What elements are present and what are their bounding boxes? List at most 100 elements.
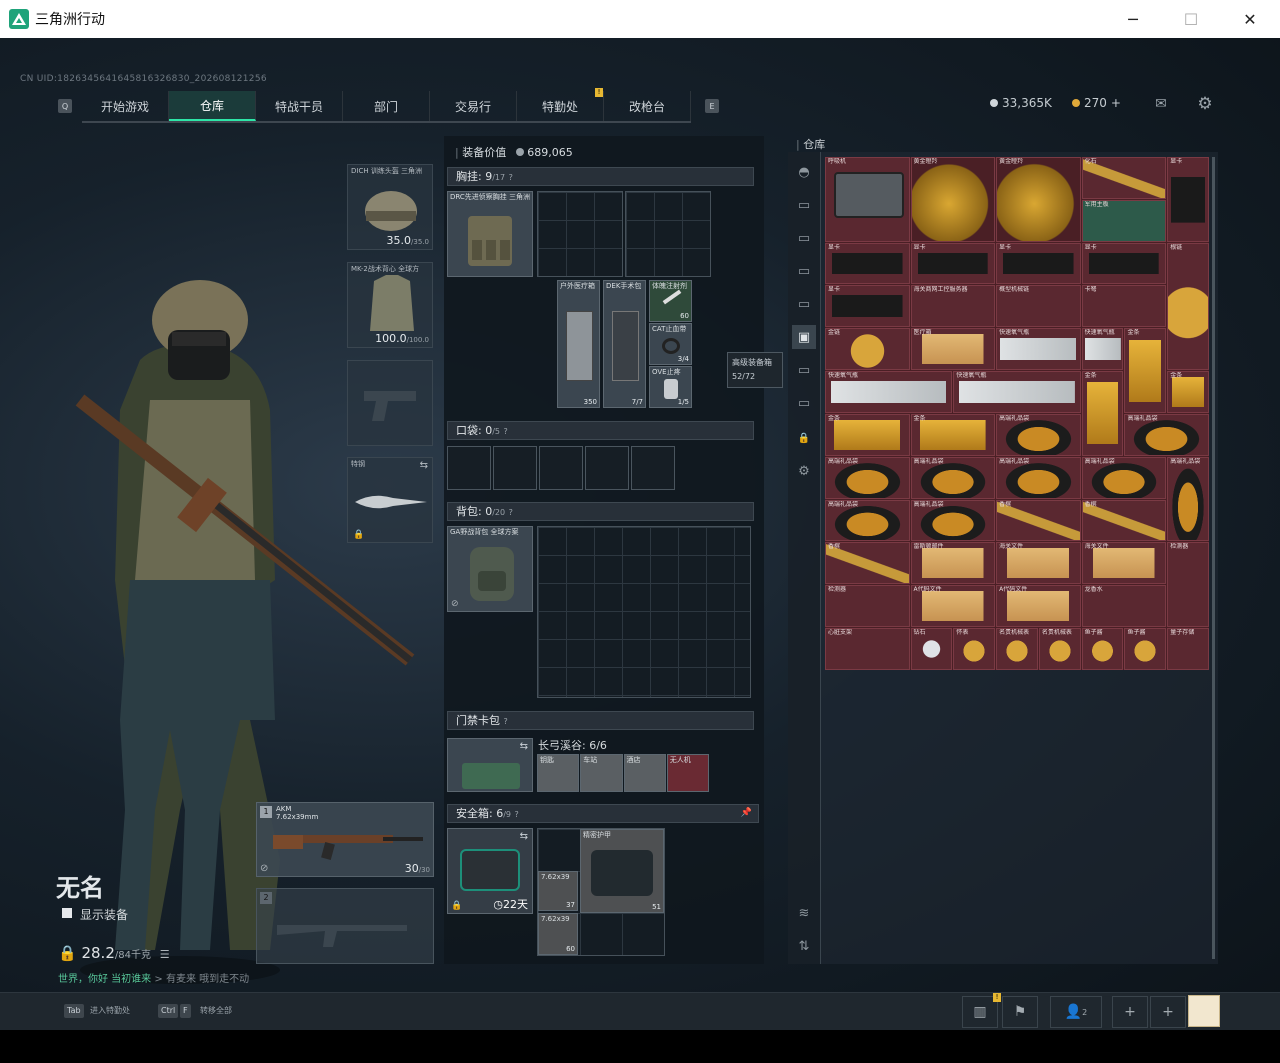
stash-item[interactable]: 香槟 (1081, 499, 1167, 542)
keycard-item[interactable]: 酒店 (623, 754, 666, 792)
stash-item[interactable]: 显卡 (996, 242, 1081, 285)
armor-slot[interactable]: MK-2战术背心 全球方 100.0/100.0 (347, 262, 433, 348)
tab-start-game[interactable]: 开始游戏 (82, 91, 169, 121)
coin-balance[interactable]: 33,365K (990, 96, 1052, 110)
stash-item[interactable]: 量子存储 (1167, 628, 1209, 670)
pocket-slot[interactable] (631, 446, 675, 490)
stash-tab-icon[interactable]: ▭ (792, 358, 816, 382)
stash-item[interactable]: 香槟 (825, 542, 910, 585)
list-icon[interactable]: ☰ (160, 948, 170, 961)
maximize-button[interactable]: ☐ (1162, 0, 1220, 38)
tab-department[interactable]: 部门 (343, 91, 430, 121)
stash-lock-icon[interactable]: 🔒 (792, 426, 816, 450)
add-teammate-button[interactable]: + (1150, 996, 1186, 1028)
stash-item[interactable]: 显卡 (910, 242, 996, 285)
tab-operators[interactable]: 特战干员 (256, 91, 343, 121)
stash-item[interactable]: 金条 (910, 413, 996, 456)
next-tab-key[interactable]: E (705, 99, 719, 113)
keycard-case-item[interactable]: ⇆ (447, 738, 533, 792)
stash-item[interactable]: 海关文件 (1081, 542, 1167, 585)
tab-warehouse[interactable]: 仓库 (169, 91, 256, 121)
injector-item[interactable]: 体魄注射剂 60 (649, 280, 692, 322)
ticket-balance[interactable]: 270 + (1072, 96, 1121, 110)
stash-item[interactable]: 显卡 (1167, 157, 1209, 242)
stash-item[interactable]: A代码文件 (996, 585, 1081, 628)
stash-item[interactable]: 显卡 (1081, 242, 1167, 285)
stash-item[interactable]: 鱼子酱 (1081, 628, 1124, 670)
chest-rig-item[interactable]: DRC先进侦察胸挂 三角洲 (447, 191, 533, 277)
pocket-slot[interactable] (539, 446, 583, 490)
help-icon[interactable]: ? (515, 810, 519, 819)
stash-item[interactable]: 金条 (825, 413, 910, 456)
pistol-slot[interactable] (347, 360, 433, 446)
ammo-item[interactable]: 7.62x39 37 (538, 871, 578, 911)
pocket-slot[interactable] (447, 446, 491, 490)
help-icon[interactable]: ? (504, 717, 508, 726)
f-key[interactable]: F (180, 1004, 191, 1018)
stash-item[interactable]: 金条 (1124, 328, 1167, 413)
stash-item[interactable]: 鱼子酱 (1124, 628, 1167, 670)
melee-slot[interactable]: 特钢 ⇆ 🔒 (347, 457, 433, 543)
stash-item[interactable]: 快速氧气瓶 (1081, 328, 1124, 371)
stash-item[interactable]: 名贵机械表 (996, 628, 1038, 670)
stash-tab-icon[interactable]: ▭ (792, 292, 816, 316)
keycard-item[interactable]: 无人机 (666, 754, 709, 792)
show-gear-checkbox[interactable] (62, 908, 72, 918)
stash-item[interactable]: 显卡 (825, 242, 910, 285)
stash-item[interactable]: 检测器 (825, 585, 910, 628)
stash-scrollbar[interactable] (1212, 157, 1215, 959)
stash-item[interactable]: 怀表 (953, 628, 996, 670)
help-icon[interactable]: ? (509, 508, 513, 517)
swap-icon[interactable]: ⇆ (420, 460, 428, 471)
chest-grid-1[interactable] (537, 191, 623, 277)
backpack-grid[interactable] (537, 526, 751, 698)
secondary-weapon-slot[interactable]: 2 (256, 888, 434, 964)
stash-tab-icon[interactable]: ▭ (792, 391, 816, 415)
stash-sort-icon[interactable]: ⇅ (792, 934, 816, 958)
add-teammate-button[interactable]: + (1112, 996, 1148, 1028)
ammo-item[interactable]: 7.62x39 60 (538, 913, 578, 955)
chest-grid-2[interactable] (625, 191, 711, 277)
stash-item[interactable]: 显卡 (825, 285, 910, 328)
stash-tab-helmet-icon[interactable]: ◓ (792, 160, 816, 184)
tab-market[interactable]: 交易行 (430, 91, 517, 121)
stash-item[interactable]: 快速氧气瓶 (825, 371, 953, 413)
stash-item[interactable]: 高端礼品袋 (996, 413, 1081, 456)
stash-item[interactable]: 钻石 (910, 628, 953, 670)
close-button[interactable]: ✕ (1221, 0, 1279, 38)
stash-item[interactable]: 名贵机械表 (1038, 628, 1081, 670)
team-button[interactable]: 👤 2 (1050, 996, 1102, 1028)
stash-tab-active-icon[interactable]: ▣ (792, 325, 816, 349)
stash-item[interactable]: 高端礼品袋 (910, 456, 996, 499)
help-icon[interactable]: ? (509, 173, 513, 182)
stash-item[interactable]: 心脏支架 (825, 628, 910, 670)
quote-link[interactable]: 世界，你好 当初谁来 (58, 974, 151, 985)
stash-item[interactable]: 高端礼品袋 (1167, 456, 1209, 542)
surgery-kit-item[interactable]: DEK手术包 7/7 (603, 280, 646, 408)
stash-item[interactable]: 卡弩 (1081, 285, 1167, 328)
safebox-item[interactable]: ⇆ 🔒 ◷22天 (447, 828, 533, 914)
avatar[interactable] (1188, 995, 1220, 1027)
stash-item[interactable]: 高端礼品袋 (825, 499, 910, 542)
stash-item[interactable]: 龙香水 (1081, 585, 1167, 628)
stash-item[interactable]: 快速氧气瓶 (953, 371, 1081, 413)
stash-item[interactable]: 军用主板 (1081, 199, 1167, 242)
tourniquet-item[interactable]: CAT止血带 3/4 (649, 323, 692, 365)
precision-armor-item[interactable]: 精密护甲 51 (580, 829, 664, 913)
add-currency-button[interactable]: + (1111, 96, 1121, 110)
stash-item[interactable]: 海关商网工控服务器 (910, 285, 996, 328)
mail-icon[interactable]: ✉ (1152, 96, 1170, 114)
keycard-item[interactable]: 钥匙 (537, 754, 580, 792)
stash-item[interactable]: 香槟 (996, 499, 1081, 542)
helmet-slot[interactable]: DICH 训练头盔 三角洲 35.0/35.0 (347, 164, 433, 250)
help-icon[interactable]: ? (504, 427, 508, 436)
swap-icon[interactable]: ⇆ (520, 741, 528, 752)
medkit-item[interactable]: 户外医疗箱 350 (557, 280, 600, 408)
stash-item[interactable]: 黄金瞪羚 (996, 157, 1081, 242)
stash-tab-icon[interactable]: ▭ (792, 226, 816, 250)
primary-weapon-slot[interactable]: 1 AKM 7.62x39mm ⊘ 30/30 (256, 802, 434, 877)
ctrl-key[interactable]: Ctrl (158, 1004, 179, 1018)
stash-item[interactable]: 金条 (1167, 371, 1209, 413)
tab-gunsmith[interactable]: 改枪台 (604, 91, 691, 121)
stash-layers-icon[interactable]: ≋ (792, 901, 816, 925)
